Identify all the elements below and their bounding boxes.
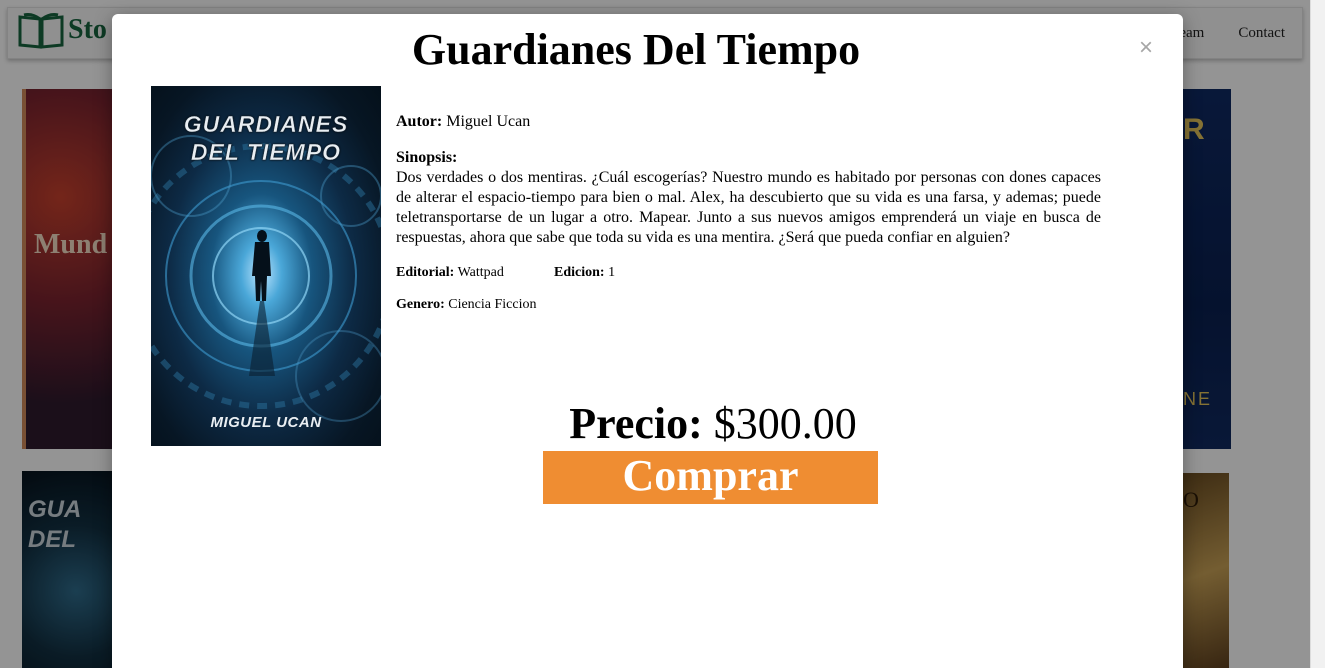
edition-value: 1	[608, 265, 616, 280]
price-display: Precio: $300.00	[543, 398, 883, 450]
page-scrollbar[interactable]	[1310, 0, 1325, 668]
modal-title: Guardianes Del Tiempo	[411, 25, 861, 74]
author-row: Autor: Miguel Ucan	[396, 112, 1101, 132]
book-detail-modal: Guardianes Del Tiempo × GUARDIANES DEL T…	[112, 14, 1183, 668]
edition-field: Edicion: 1	[554, 264, 615, 282]
cover-title: GUARDIANES DEL TIEMPO	[151, 110, 381, 166]
editorial-field: Editorial: Wattpad	[396, 264, 554, 282]
close-icon[interactable]: ×	[1139, 36, 1153, 60]
author-label: Autor:	[396, 113, 443, 130]
cover-author: MIGUEL UCAN	[210, 414, 322, 431]
publication-row: Editorial: Wattpad Edicion: 1	[396, 264, 1101, 282]
cover-title-line: DEL TIEMPO	[190, 139, 342, 166]
buy-button[interactable]: Comprar	[543, 451, 878, 504]
genre-row: Genero: Ciencia Ficcion	[396, 296, 1101, 314]
editorial-label: Editorial:	[396, 265, 455, 280]
editorial-value: Wattpad	[457, 265, 504, 280]
price-value: $300.00	[713, 399, 857, 448]
author-value: Miguel Ucan	[446, 113, 531, 130]
synopsis-text: Dos verdades o dos mentiras. ¿Cuál escog…	[396, 169, 1101, 246]
cover-title-line: GUARDIANES	[183, 111, 349, 138]
price-label: Precio:	[569, 399, 703, 448]
book-details: Autor: Miguel Ucan Sinopsis: Dos verdade…	[396, 112, 1101, 314]
book-cover-image: GUARDIANES DEL TIEMPO MIGUEL UCAN	[151, 86, 381, 446]
edition-label: Edicion:	[554, 265, 605, 280]
synopsis-label: Sinopsis:	[396, 149, 458, 166]
genre-label: Genero:	[396, 297, 445, 312]
genre-value: Ciencia Ficcion	[448, 297, 537, 312]
